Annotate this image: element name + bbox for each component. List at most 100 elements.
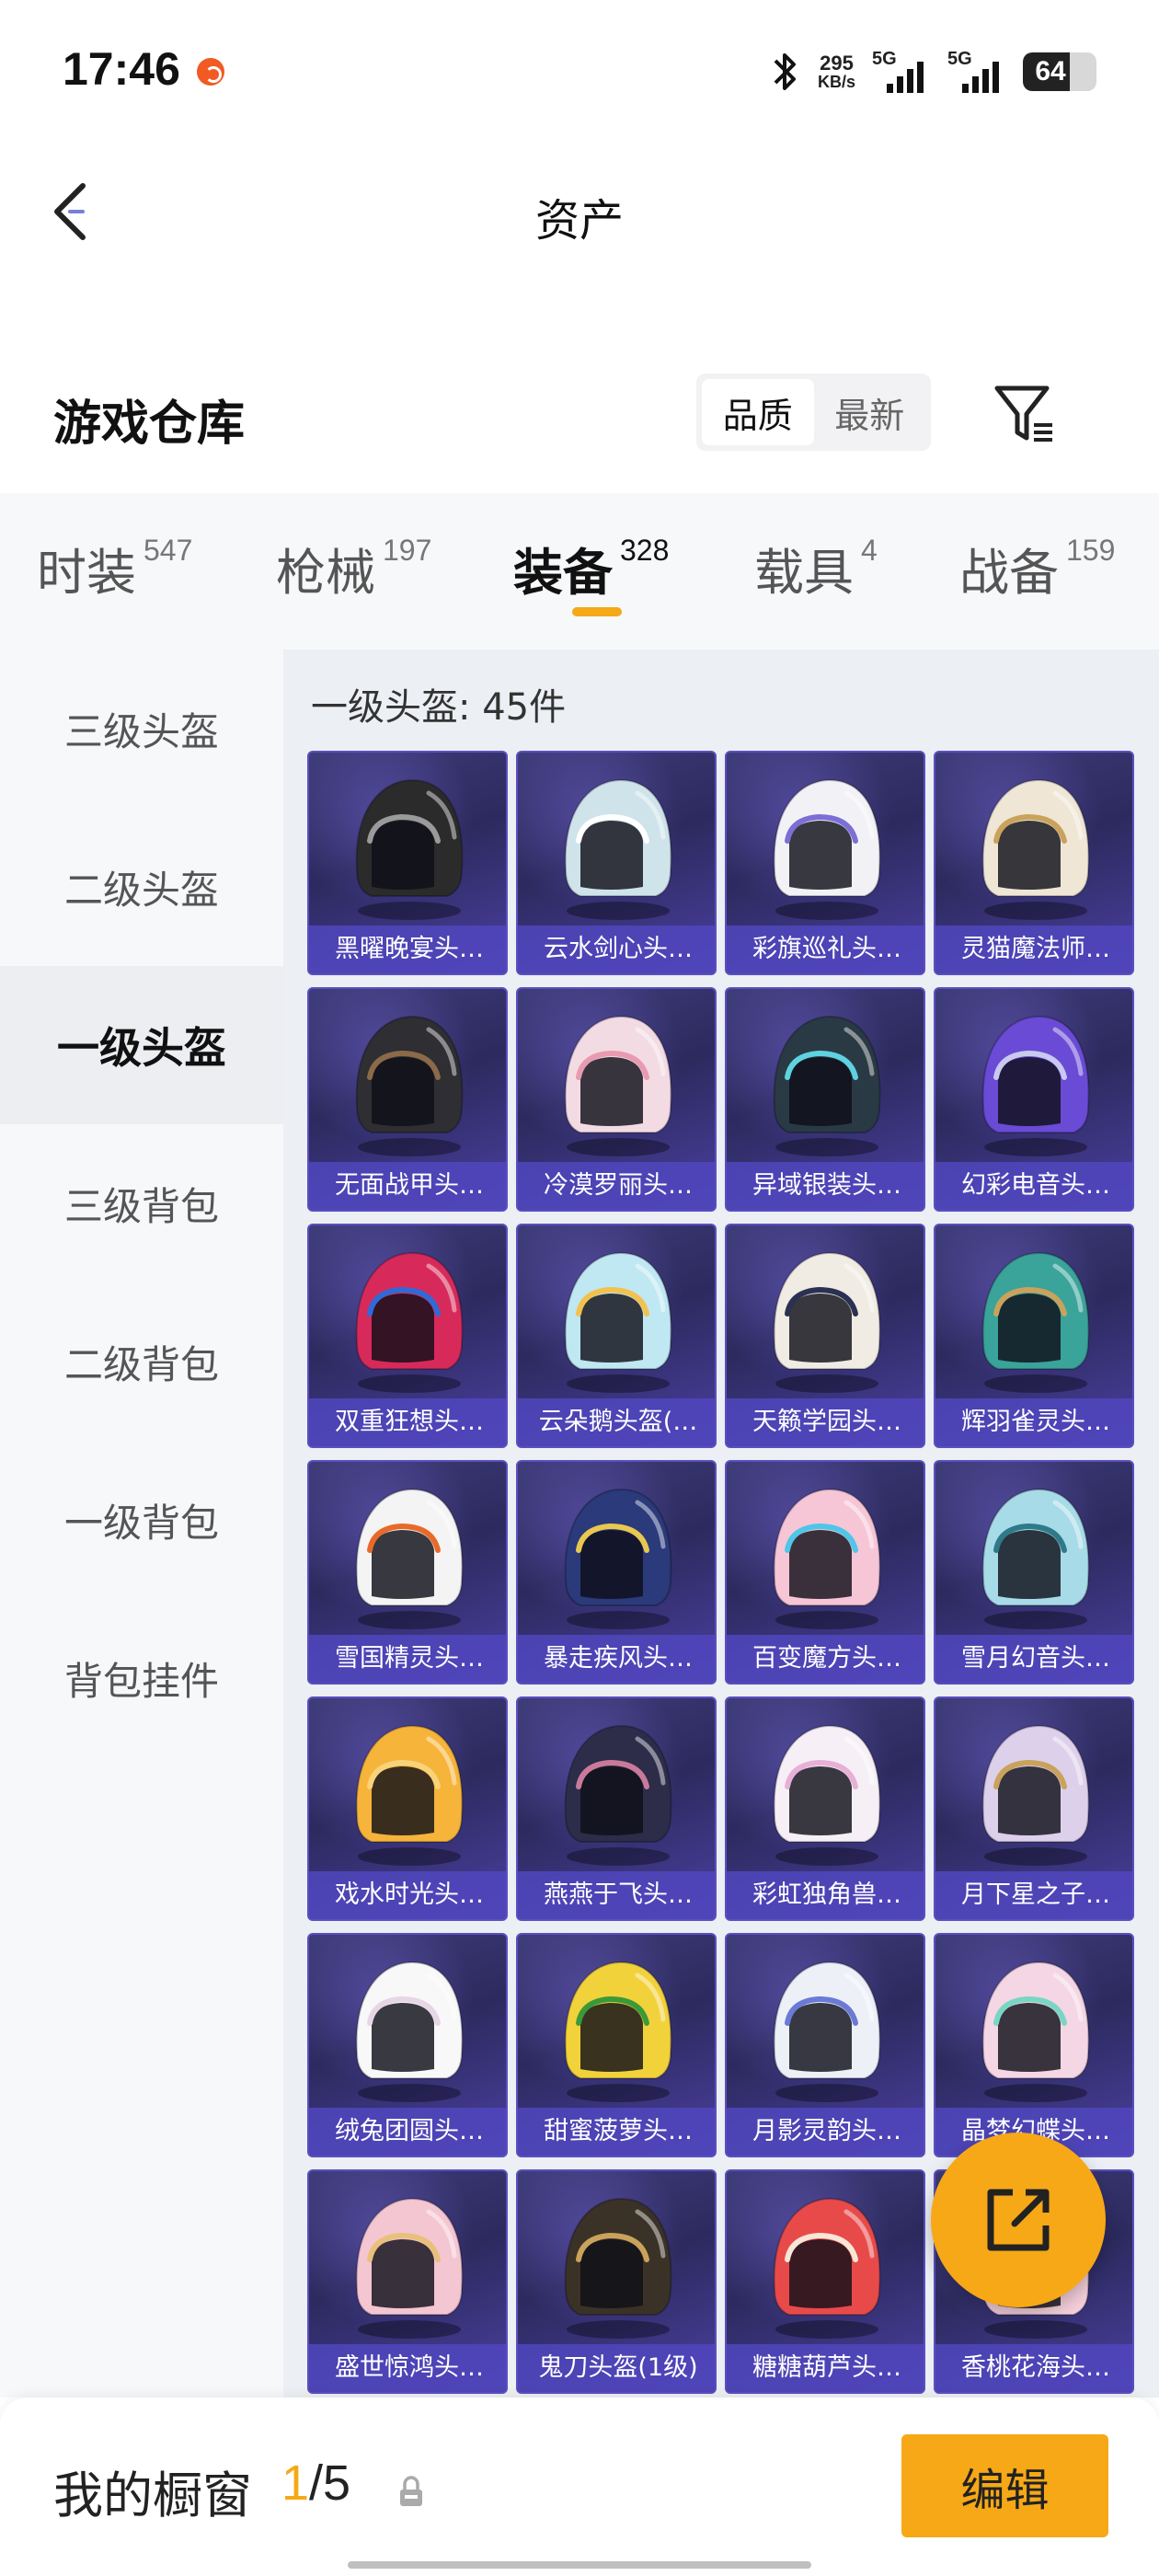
item-card[interactable]: 绒兔团圆头… [307, 1933, 508, 2157]
item-card-label: 云朵鹅头盔(… [518, 1398, 715, 1446]
item-card-label: 戏水时光头… [309, 1871, 506, 1919]
tab-label: 时装 [37, 544, 136, 602]
sidebar-item-backpack-1[interactable]: 一级背包 [0, 1441, 283, 1599]
item-card[interactable]: 灵猫魔法师… [934, 751, 1134, 975]
item-card-label: 双重狂想头… [309, 1398, 506, 1446]
sidebar-item-backpack-charm[interactable]: 背包挂件 [0, 1599, 283, 1757]
item-card[interactable]: 双重狂想头… [307, 1224, 508, 1448]
tab-battle-gear[interactable]: 战备 159 [959, 532, 1115, 604]
showcase-count: 1/5 [281, 2455, 350, 2512]
helmet-icon [981, 1015, 1090, 1156]
share-external-icon [987, 2189, 1050, 2251]
item-card[interactable]: 鬼刀头盔(1级) [516, 2169, 717, 2394]
item-card[interactable]: 天籁学园头… [725, 1224, 925, 1448]
item-card[interactable]: 百变魔方头… [725, 1460, 925, 1685]
item-card[interactable]: 彩旗巡礼头… [725, 751, 925, 975]
item-card[interactable]: 幻彩电音头… [934, 987, 1134, 1212]
helmet-icon [564, 2197, 672, 2339]
item-card[interactable]: 云朵鹅头盔(… [516, 1224, 717, 1448]
helmet-icon [773, 1961, 881, 2102]
helmet-icon [564, 1961, 672, 2102]
filter-icon[interactable] [992, 381, 1058, 447]
item-card-label: 糖糖葫芦头… [727, 2344, 924, 2392]
item-card-label: 雪月幻音头… [935, 1635, 1132, 1683]
signal-icon-1: 5G [872, 49, 931, 95]
tab-count: 328 [620, 534, 670, 567]
tab-vehicles[interactable]: 载具 4 [754, 532, 878, 604]
item-card[interactable]: 月下星之子… [934, 1696, 1134, 1921]
page-title: 资产 [534, 195, 624, 247]
item-card[interactable]: 甜蜜菠萝头… [516, 1933, 717, 2157]
item-card-label: 百变魔方头… [727, 1635, 924, 1683]
helmet-icon [773, 1724, 881, 1866]
tab-count: 4 [861, 534, 878, 567]
item-card-label: 燕燕于飞头… [518, 1871, 715, 1919]
item-card[interactable]: 雪国精灵头… [307, 1460, 508, 1685]
sidebar-item-backpack-2[interactable]: 二级背包 [0, 1282, 283, 1441]
item-card[interactable]: 云水剑心头… [516, 751, 717, 975]
item-card[interactable]: 黑曜晚宴头… [307, 751, 508, 975]
helmet-icon [355, 1251, 464, 1393]
tab-guns[interactable]: 枪械 197 [276, 532, 431, 604]
share-button[interactable] [931, 2133, 1106, 2307]
item-card-label: 彩旗巡礼头… [727, 926, 924, 973]
helmet-icon [355, 1724, 464, 1866]
showcase-bar: 我的橱窗 1/5 编辑 [0, 2398, 1159, 2576]
signal-icon-2: 5G [947, 49, 1006, 95]
notification-app-icon [197, 58, 224, 86]
showcase-label: 我的橱窗 [53, 2467, 252, 2524]
item-card[interactable]: 燕燕于飞头… [516, 1696, 717, 1921]
tab-label: 装备 [513, 544, 613, 602]
helmet-icon [773, 1488, 881, 1629]
network-speed-unit: KB/s [817, 73, 855, 91]
sidebar-item-helmet-2[interactable]: 二级头盔 [0, 808, 283, 966]
item-card[interactable]: 盛世惊鸿头… [307, 2169, 508, 2394]
item-card-label: 香桃花海头… [935, 2344, 1132, 2392]
home-indicator[interactable] [348, 2561, 811, 2569]
item-card-label: 辉羽雀灵头… [935, 1398, 1132, 1446]
item-card-label: 异域银装头… [727, 1162, 924, 1210]
item-card[interactable]: 辉羽雀灵头… [934, 1224, 1134, 1448]
item-card-label: 云水剑心头… [518, 926, 715, 973]
helmet-icon [773, 1251, 881, 1393]
item-card[interactable]: 无面战甲头… [307, 987, 508, 1212]
item-card[interactable]: 糖糖葫芦头… [725, 2169, 925, 2394]
edit-button[interactable]: 编辑 [901, 2434, 1108, 2537]
warehouse-title: 游戏仓库 [53, 397, 246, 452]
item-card[interactable]: 雪月幻音头… [934, 1460, 1134, 1685]
item-card[interactable]: 彩虹独角兽… [725, 1696, 925, 1921]
helmet-icon [564, 778, 672, 920]
item-card[interactable]: 晶梦幻蝶头… [934, 1933, 1134, 2157]
helmet-icon [981, 778, 1090, 920]
item-card-label: 冷漠罗丽头… [518, 1162, 715, 1210]
sidebar-item-helmet-1[interactable]: 一级头盔 [0, 966, 283, 1124]
item-card-label: 盛世惊鸿头… [309, 2344, 506, 2392]
item-card-label: 雪国精灵头… [309, 1635, 506, 1683]
active-tab-indicator [572, 607, 622, 616]
chevron-left-icon[interactable] [44, 175, 99, 248]
sort-quality-button[interactable]: 品质 [702, 379, 814, 445]
subcategory-sidebar: 三级头盔 二级头盔 一级头盔 三级背包 二级背包 一级背包 背包挂件 [0, 650, 283, 2398]
item-card-label: 绒兔团圆头… [309, 2108, 506, 2156]
item-card[interactable]: 月影灵韵头… [725, 1933, 925, 2157]
item-card-label: 鬼刀头盔(1级) [518, 2344, 715, 2392]
item-card[interactable]: 暴走疾风头… [516, 1460, 717, 1685]
tab-fashion[interactable]: 时装 547 [37, 532, 192, 604]
battery-level: 64 [1035, 56, 1066, 86]
item-card[interactable]: 冷漠罗丽头… [516, 987, 717, 1212]
helmet-icon [564, 1251, 672, 1393]
helmet-icon [355, 2197, 464, 2339]
sidebar-item-backpack-3[interactable]: 三级背包 [0, 1124, 283, 1282]
showcase-total: /5 [309, 2455, 351, 2511]
item-card[interactable]: 戏水时光头… [307, 1696, 508, 1921]
network-speed-value: 295 [820, 52, 854, 75]
tab-count: 547 [143, 534, 193, 567]
helmet-icon [564, 1015, 672, 1156]
helmet-icon [981, 1488, 1090, 1629]
tab-equipment[interactable]: 装备 328 [513, 532, 669, 604]
item-card[interactable]: 异域银装头… [725, 987, 925, 1212]
sidebar-item-helmet-3[interactable]: 三级头盔 [0, 650, 283, 808]
showcase-current: 1 [281, 2455, 310, 2511]
lock-icon [400, 2476, 422, 2506]
sort-newest-button[interactable]: 最新 [814, 379, 926, 445]
